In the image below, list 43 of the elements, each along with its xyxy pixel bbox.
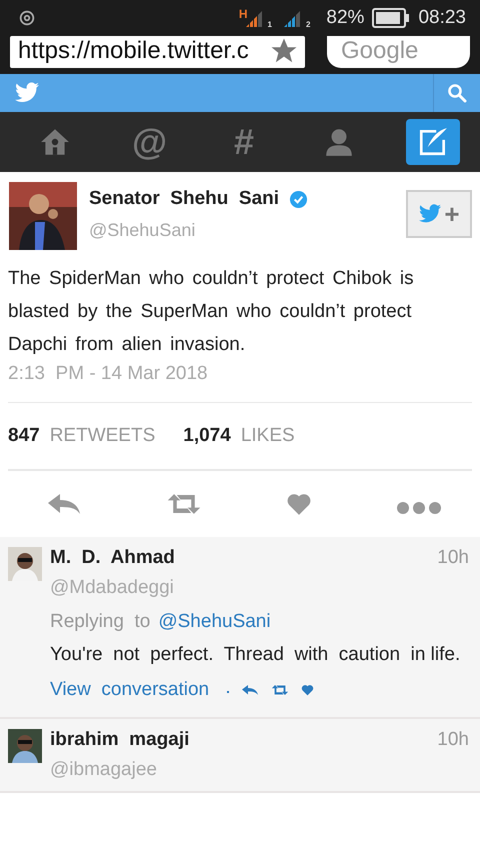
replying-to-label: Replying to bbox=[50, 611, 150, 633]
reply-icon[interactable] bbox=[241, 684, 260, 696]
author-name[interactable]: Senator Shehu Sani bbox=[89, 188, 280, 210]
battery-icon bbox=[372, 7, 410, 29]
more-icon[interactable] bbox=[396, 501, 442, 515]
view-conversation-link[interactable]: View conversation bbox=[50, 679, 210, 701]
retweets-label[interactable]: RETWEETS bbox=[50, 425, 156, 447]
likes-label[interactable]: LIKES bbox=[240, 425, 295, 447]
reply-author-name[interactable]: ibrahim magaji bbox=[50, 729, 190, 751]
like-count[interactable]: 1,074 bbox=[183, 425, 231, 447]
reply-text: You're not perfect. Thread with caution in life. bbox=[50, 643, 462, 667]
retweet-count[interactable]: 847 bbox=[8, 425, 40, 447]
retweet-icon[interactable] bbox=[271, 684, 290, 696]
mention-link[interactable]: @ShehuSani bbox=[158, 611, 271, 633]
reply-author-name[interactable]: M. D. Ahmad bbox=[50, 547, 175, 569]
network-type: H bbox=[238, 7, 248, 21]
follow-button[interactable]: + bbox=[406, 190, 472, 238]
sim-number: 2 bbox=[306, 20, 310, 29]
clock: 08:23 bbox=[418, 7, 466, 29]
heart-icon[interactable] bbox=[286, 492, 312, 516]
heart-icon[interactable] bbox=[301, 684, 314, 696]
search-icon[interactable] bbox=[447, 83, 467, 103]
tweet-text: The SpiderMan who couldn’t protect Chibok is blasted by the SuperMan who couldn’t protect Dapchi from alien invasion. bbox=[8, 267, 415, 357]
nav-tab[interactable] bbox=[406, 119, 460, 165]
settings-icon bbox=[18, 9, 36, 27]
search-field[interactable]: Google bbox=[327, 36, 470, 68]
tweet-timestamp: 2:13 PM - 14 Mar 2018 bbox=[8, 363, 472, 403]
retweet-icon[interactable] bbox=[166, 492, 202, 516]
reply-time: 10h bbox=[437, 729, 469, 751]
bird-icon[interactable] bbox=[14, 82, 40, 104]
battery-percent: 82% bbox=[326, 7, 364, 29]
nav-tab[interactable]: # bbox=[217, 119, 271, 165]
url-field[interactable]: https://mobile.twitter.c bbox=[10, 36, 305, 68]
reply-time: 10h bbox=[437, 547, 469, 569]
url-text: https://mobile.twitter.c bbox=[18, 38, 249, 64]
reply-author-handle[interactable]: @Mdabadeggi bbox=[50, 577, 469, 599]
author-handle[interactable]: @ShehuSani bbox=[89, 220, 308, 241]
reply-author-handle[interactable]: @ibmagajee bbox=[50, 759, 469, 781]
compose-icon bbox=[417, 126, 449, 158]
reply-icon[interactable] bbox=[46, 492, 82, 516]
sim-number: 1 bbox=[268, 20, 272, 29]
nav-tab[interactable]: @ bbox=[122, 119, 176, 165]
bird-icon bbox=[418, 204, 442, 224]
